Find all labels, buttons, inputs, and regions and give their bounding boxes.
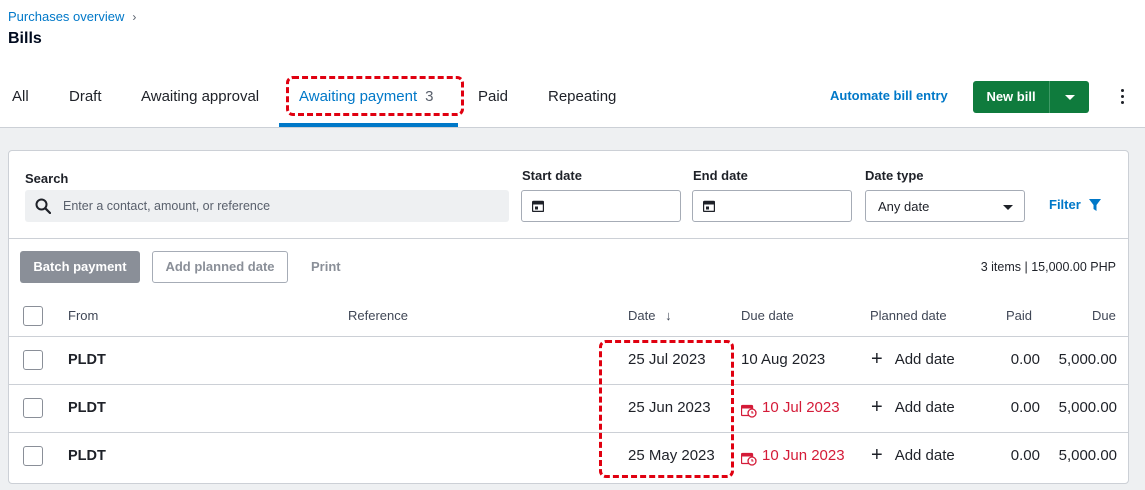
bills-panel: Search Start date End date Date type Any… — [8, 150, 1129, 484]
breadcrumb-link-purchases-overview[interactable]: Purchases overview — [8, 9, 124, 24]
start-date-input[interactable] — [521, 190, 681, 222]
batch-payment-button[interactable]: Batch payment — [20, 251, 140, 283]
cell-from[interactable]: PLDT — [68, 448, 106, 464]
cell-date: 25 May 2023 — [628, 447, 715, 464]
cell-paid: 0.00 — [1010, 399, 1040, 416]
calendar-icon — [532, 200, 544, 212]
new-bill-split-button: New bill — [973, 81, 1089, 113]
tab-all[interactable]: All — [12, 76, 29, 118]
filter-icon — [1089, 199, 1101, 211]
chevron-down-icon[interactable] — [1050, 81, 1089, 113]
automate-bill-entry-link[interactable]: Automate bill entry — [830, 88, 948, 103]
active-tab-indicator — [279, 123, 458, 127]
cell-paid: 0.00 — [1010, 351, 1040, 368]
overdue-calendar-icon — [741, 404, 757, 418]
calendar-icon — [703, 200, 715, 212]
cell-date: 25 Jul 2023 — [628, 351, 706, 368]
cell-date: 25 Jun 2023 — [628, 399, 711, 416]
print-button[interactable]: Print — [311, 259, 341, 274]
cell-due: 5,000.00 — [1058, 399, 1117, 416]
add-planned-date-button[interactable]: Add planned date — [152, 251, 288, 283]
select-all-checkbox[interactable] — [23, 306, 43, 326]
tab-paid[interactable]: Paid — [478, 76, 508, 118]
cell-due-date: 10 Aug 2023 — [741, 351, 826, 368]
end-date-input[interactable] — [692, 190, 852, 222]
filter-button[interactable]: Filter — [1049, 197, 1101, 212]
plus-icon: + — [871, 444, 883, 466]
breadcrumb: Purchases overview › — [8, 9, 136, 24]
tab-repeating[interactable]: Repeating — [548, 76, 616, 118]
search-icon — [35, 198, 51, 214]
cell-from[interactable]: PLDT — [68, 352, 106, 368]
add-date-label: Add date — [894, 399, 955, 416]
add-date-label: Add date — [894, 351, 955, 368]
table-row[interactable]: PLDT 25 May 2023 10 Jun 2023 + Add date 0… — [9, 432, 1128, 480]
row-checkbox[interactable] — [23, 350, 43, 370]
column-header-due[interactable]: Due — [1092, 308, 1116, 323]
items-summary: 3 items | 15,000.00 PHP — [980, 260, 1116, 274]
tab-count-badge: 3 — [425, 88, 434, 105]
end-date-label: End date — [693, 168, 748, 183]
chevron-right-icon: › — [132, 10, 137, 24]
column-header-date-label: Date — [628, 308, 656, 323]
table-row[interactable]: PLDT 25 Jun 2023 10 Jul 2023 + Add date 0… — [9, 384, 1128, 432]
row-checkbox[interactable] — [23, 446, 43, 466]
filter-label: Filter — [1049, 197, 1081, 212]
table-header: From Reference Date ↓ Due date Planned d… — [9, 295, 1128, 337]
date-type-value: Any date — [878, 199, 930, 214]
plus-icon: + — [871, 348, 883, 370]
tab-draft[interactable]: Draft — [69, 76, 102, 118]
add-planned-date-link[interactable]: + Add date — [871, 444, 955, 466]
add-date-label: Add date — [894, 447, 955, 464]
row-checkbox[interactable] — [23, 398, 43, 418]
cell-due-date: 10 Jun 2023 — [762, 447, 845, 464]
page-title: Bills — [8, 30, 42, 47]
cell-due: 5,000.00 — [1058, 447, 1117, 464]
start-date-label: Start date — [522, 168, 582, 183]
cell-from[interactable]: PLDT — [68, 400, 106, 416]
column-header-reference[interactable]: Reference — [348, 308, 408, 323]
chevron-down-icon — [1003, 205, 1013, 210]
cell-due-date: 10 Jul 2023 — [762, 399, 840, 416]
column-header-planned-date[interactable]: Planned date — [870, 308, 947, 323]
more-options-icon[interactable] — [1114, 86, 1130, 108]
tab-awaiting-payment[interactable]: Awaiting payment 3 — [299, 76, 433, 118]
tab-awaiting-approval[interactable]: Awaiting approval — [141, 76, 259, 118]
add-planned-date-link[interactable]: + Add date — [871, 348, 955, 370]
divider — [9, 238, 1128, 239]
table-row[interactable]: PLDT 25 Jul 2023 10 Aug 2023 + Add date 0… — [9, 336, 1128, 384]
column-header-due-date[interactable]: Due date — [741, 308, 794, 323]
tab-awaiting-payment-label: Awaiting payment — [299, 88, 418, 105]
date-type-label: Date type — [865, 168, 924, 183]
column-header-from[interactable]: From — [68, 308, 98, 323]
add-planned-date-link[interactable]: + Add date — [871, 396, 955, 418]
sort-descending-icon: ↓ — [665, 308, 672, 323]
search-label: Search — [25, 171, 69, 186]
page-header: Purchases overview › Bills All Draft Awai… — [0, 0, 1145, 128]
cell-due: 5,000.00 — [1058, 351, 1117, 368]
date-type-select[interactable]: Any date — [865, 190, 1025, 222]
column-header-date[interactable]: Date ↓ — [628, 308, 672, 323]
search-input[interactable] — [63, 190, 503, 222]
new-bill-button[interactable]: New bill — [973, 81, 1049, 113]
column-header-paid[interactable]: Paid — [1006, 308, 1032, 323]
search-field[interactable] — [25, 190, 509, 222]
plus-icon: + — [871, 396, 883, 418]
overdue-calendar-icon — [741, 452, 757, 466]
cell-paid: 0.00 — [1010, 447, 1040, 464]
